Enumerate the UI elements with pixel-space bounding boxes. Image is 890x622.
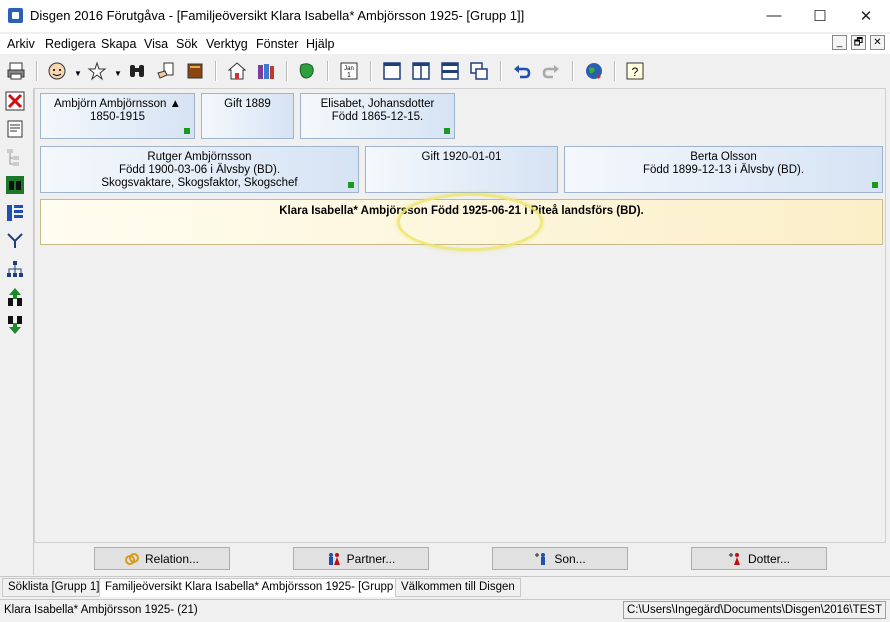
mother-born: Född 1899-12-13 i Älvsby (BD). <box>642 164 805 176</box>
tab-familjeoversikt[interactable]: Familjeöversikt Klara Isabella* Ambjörss… <box>99 578 413 597</box>
two-pane-icon[interactable] <box>410 60 432 82</box>
menu-verktyg[interactable]: Verktyg <box>206 37 248 51</box>
father-name: Rutger Ambjörnsson <box>147 151 252 163</box>
father-born: Född 1900-03-06 i Älvsby (BD). <box>118 164 281 176</box>
action-bar: Relation... Partner... Son... Dotter... <box>34 543 886 575</box>
books-icon[interactable] <box>255 60 277 82</box>
pedigree-icon[interactable] <box>4 202 26 224</box>
book-icon[interactable] <box>184 60 206 82</box>
menu-hjalp[interactable]: Hjälp <box>306 37 335 51</box>
partner-button-label: Partner... <box>346 551 396 566</box>
map-icon[interactable] <box>296 60 318 82</box>
add-daughter-button[interactable]: Dotter... <box>691 547 827 570</box>
descendants-down-icon[interactable] <box>4 314 26 336</box>
tab-soklista[interactable]: Söklista [Grupp 1] <box>2 578 106 597</box>
grandmother-name: Elisabet, Johansdotter <box>320 98 435 110</box>
help-icon[interactable]: ? <box>624 60 646 82</box>
single-pane-icon[interactable] <box>381 60 403 82</box>
couple-icon <box>328 552 340 565</box>
relation-button[interactable]: Relation... <box>94 547 230 570</box>
notes-icon[interactable] <box>4 118 26 140</box>
menu-visa[interactable]: Visa <box>144 37 168 51</box>
focus-person-born: Född 1925-06-21 i Piteå landsförs (BD). <box>430 205 644 217</box>
mother-card[interactable]: Berta Olsson Född 1899-12-13 i Älvsby (B… <box>564 146 883 193</box>
tree-list-icon[interactable] <box>4 146 26 168</box>
parents-marriage-text: Gift 1920-01-01 <box>421 151 502 163</box>
svg-text:1: 1 <box>347 72 351 79</box>
person-icon[interactable] <box>46 60 68 82</box>
grandfather-card[interactable]: Ambjörn Ambjörnsson ▲ 1850-1915 <box>40 93 195 139</box>
has-details-marker <box>872 182 878 188</box>
rings-icon <box>124 552 139 565</box>
ancestors-up-icon[interactable] <box>4 286 26 308</box>
left-toolbar <box>0 88 34 575</box>
delete-icon[interactable] <box>4 90 26 112</box>
close-button[interactable]: ✕ <box>843 0 889 31</box>
main-toolbar: ▼ ▼ Jan 1 ? <box>0 55 890 88</box>
menu-arkiv[interactable]: Arkiv <box>7 37 35 51</box>
org-tree-icon[interactable] <box>4 258 26 280</box>
binoculars-icon[interactable] <box>126 60 148 82</box>
menu-bar: Arkiv Redigera Skapa Visa Sök Verktyg Fö… <box>0 34 890 54</box>
grandparents-marriage-text: Gift 1889 <box>224 98 271 110</box>
mdi-minimize-button[interactable]: _ <box>832 35 847 50</box>
hand-document-icon[interactable] <box>155 60 177 82</box>
grandmother-born: Född 1865-12-15. <box>331 111 424 123</box>
minimize-button[interactable]: — <box>751 0 797 31</box>
descendants-icon[interactable] <box>4 230 26 252</box>
document-tabs: Söklista [Grupp 1] Familjeöversikt Klara… <box>0 576 890 599</box>
star-person-icon[interactable] <box>86 60 108 82</box>
family-search-icon[interactable] <box>4 174 26 196</box>
undo-icon[interactable] <box>511 60 533 82</box>
status-person: Klara Isabella* Ambjörsson 1925- (21) <box>4 604 198 616</box>
father-occupation: Skogsvaktare, Skogsfaktor, Skogschef <box>101 177 298 189</box>
print-icon[interactable] <box>5 60 27 82</box>
cascade-windows-icon[interactable] <box>468 60 490 82</box>
home-icon[interactable] <box>226 60 248 82</box>
menu-redigera[interactable]: Redigera <box>45 37 96 51</box>
grandfather-years: 1850-1915 <box>90 111 145 123</box>
has-details-marker <box>184 128 190 134</box>
window-title: Disgen 2016 Förutgåva - [Familjeöversikt… <box>30 8 525 23</box>
partner-button[interactable]: Partner... <box>293 547 429 570</box>
has-details-marker <box>348 182 354 188</box>
parents-marriage-card[interactable]: Gift 1920-01-01 <box>365 146 558 193</box>
status-bar: Klara Isabella* Ambjörsson 1925- (21) C:… <box>0 599 890 622</box>
has-details-marker <box>444 128 450 134</box>
globe-icon[interactable] <box>583 60 605 82</box>
grandmother-card[interactable]: Elisabet, Johansdotter Född 1865-12-15. <box>300 93 455 139</box>
menu-fonster[interactable]: Fönster <box>256 37 298 51</box>
calendar-icon[interactable]: Jan 1 <box>338 60 360 82</box>
status-path: C:\Users\Ingegärd\Documents\Disgen\2016\… <box>622 601 886 619</box>
menu-skapa[interactable]: Skapa <box>101 37 136 51</box>
menu-sok[interactable]: Sök <box>176 37 198 51</box>
disgen-app-icon[interactable] <box>8 8 23 23</box>
mdi-restore-button[interactable]: 🗗 <box>851 35 866 50</box>
mother-name: Berta Olsson <box>690 151 757 163</box>
tab-valkommen[interactable]: Välkommen till Disgen <box>395 578 521 597</box>
focus-person-card[interactable]: Klara Isabella* Ambjörsson Född 1925-06-… <box>40 199 883 245</box>
add-daughter-button-label: Dotter... <box>747 551 791 566</box>
help-label: ? <box>632 65 639 79</box>
father-card[interactable]: Rutger Ambjörnsson Född 1900-03-06 i Älv… <box>40 146 359 193</box>
maximize-button[interactable]: ☐ <box>797 0 843 31</box>
add-son-button[interactable]: Son... <box>492 547 628 570</box>
star-dropdown-icon[interactable]: ▼ <box>114 69 122 78</box>
relation-button-label: Relation... <box>144 551 200 566</box>
focus-person-name: Klara Isabella* Ambjörsson <box>279 205 428 217</box>
horizontal-split-icon[interactable] <box>439 60 461 82</box>
person-dropdown-icon[interactable]: ▼ <box>74 69 82 78</box>
grandfather-name: Ambjörn Ambjörnsson ▲ <box>53 98 182 110</box>
title-bar: Disgen 2016 Förutgåva - [Familjeöversikt… <box>0 0 890 32</box>
add-son-icon <box>535 552 546 565</box>
add-son-button-label: Son... <box>554 551 586 566</box>
grandparents-marriage-card[interactable]: Gift 1889 <box>201 93 294 139</box>
redo-icon[interactable] <box>540 60 562 82</box>
add-daughter-icon <box>728 552 740 565</box>
mdi-close-button[interactable]: ✕ <box>870 35 885 50</box>
